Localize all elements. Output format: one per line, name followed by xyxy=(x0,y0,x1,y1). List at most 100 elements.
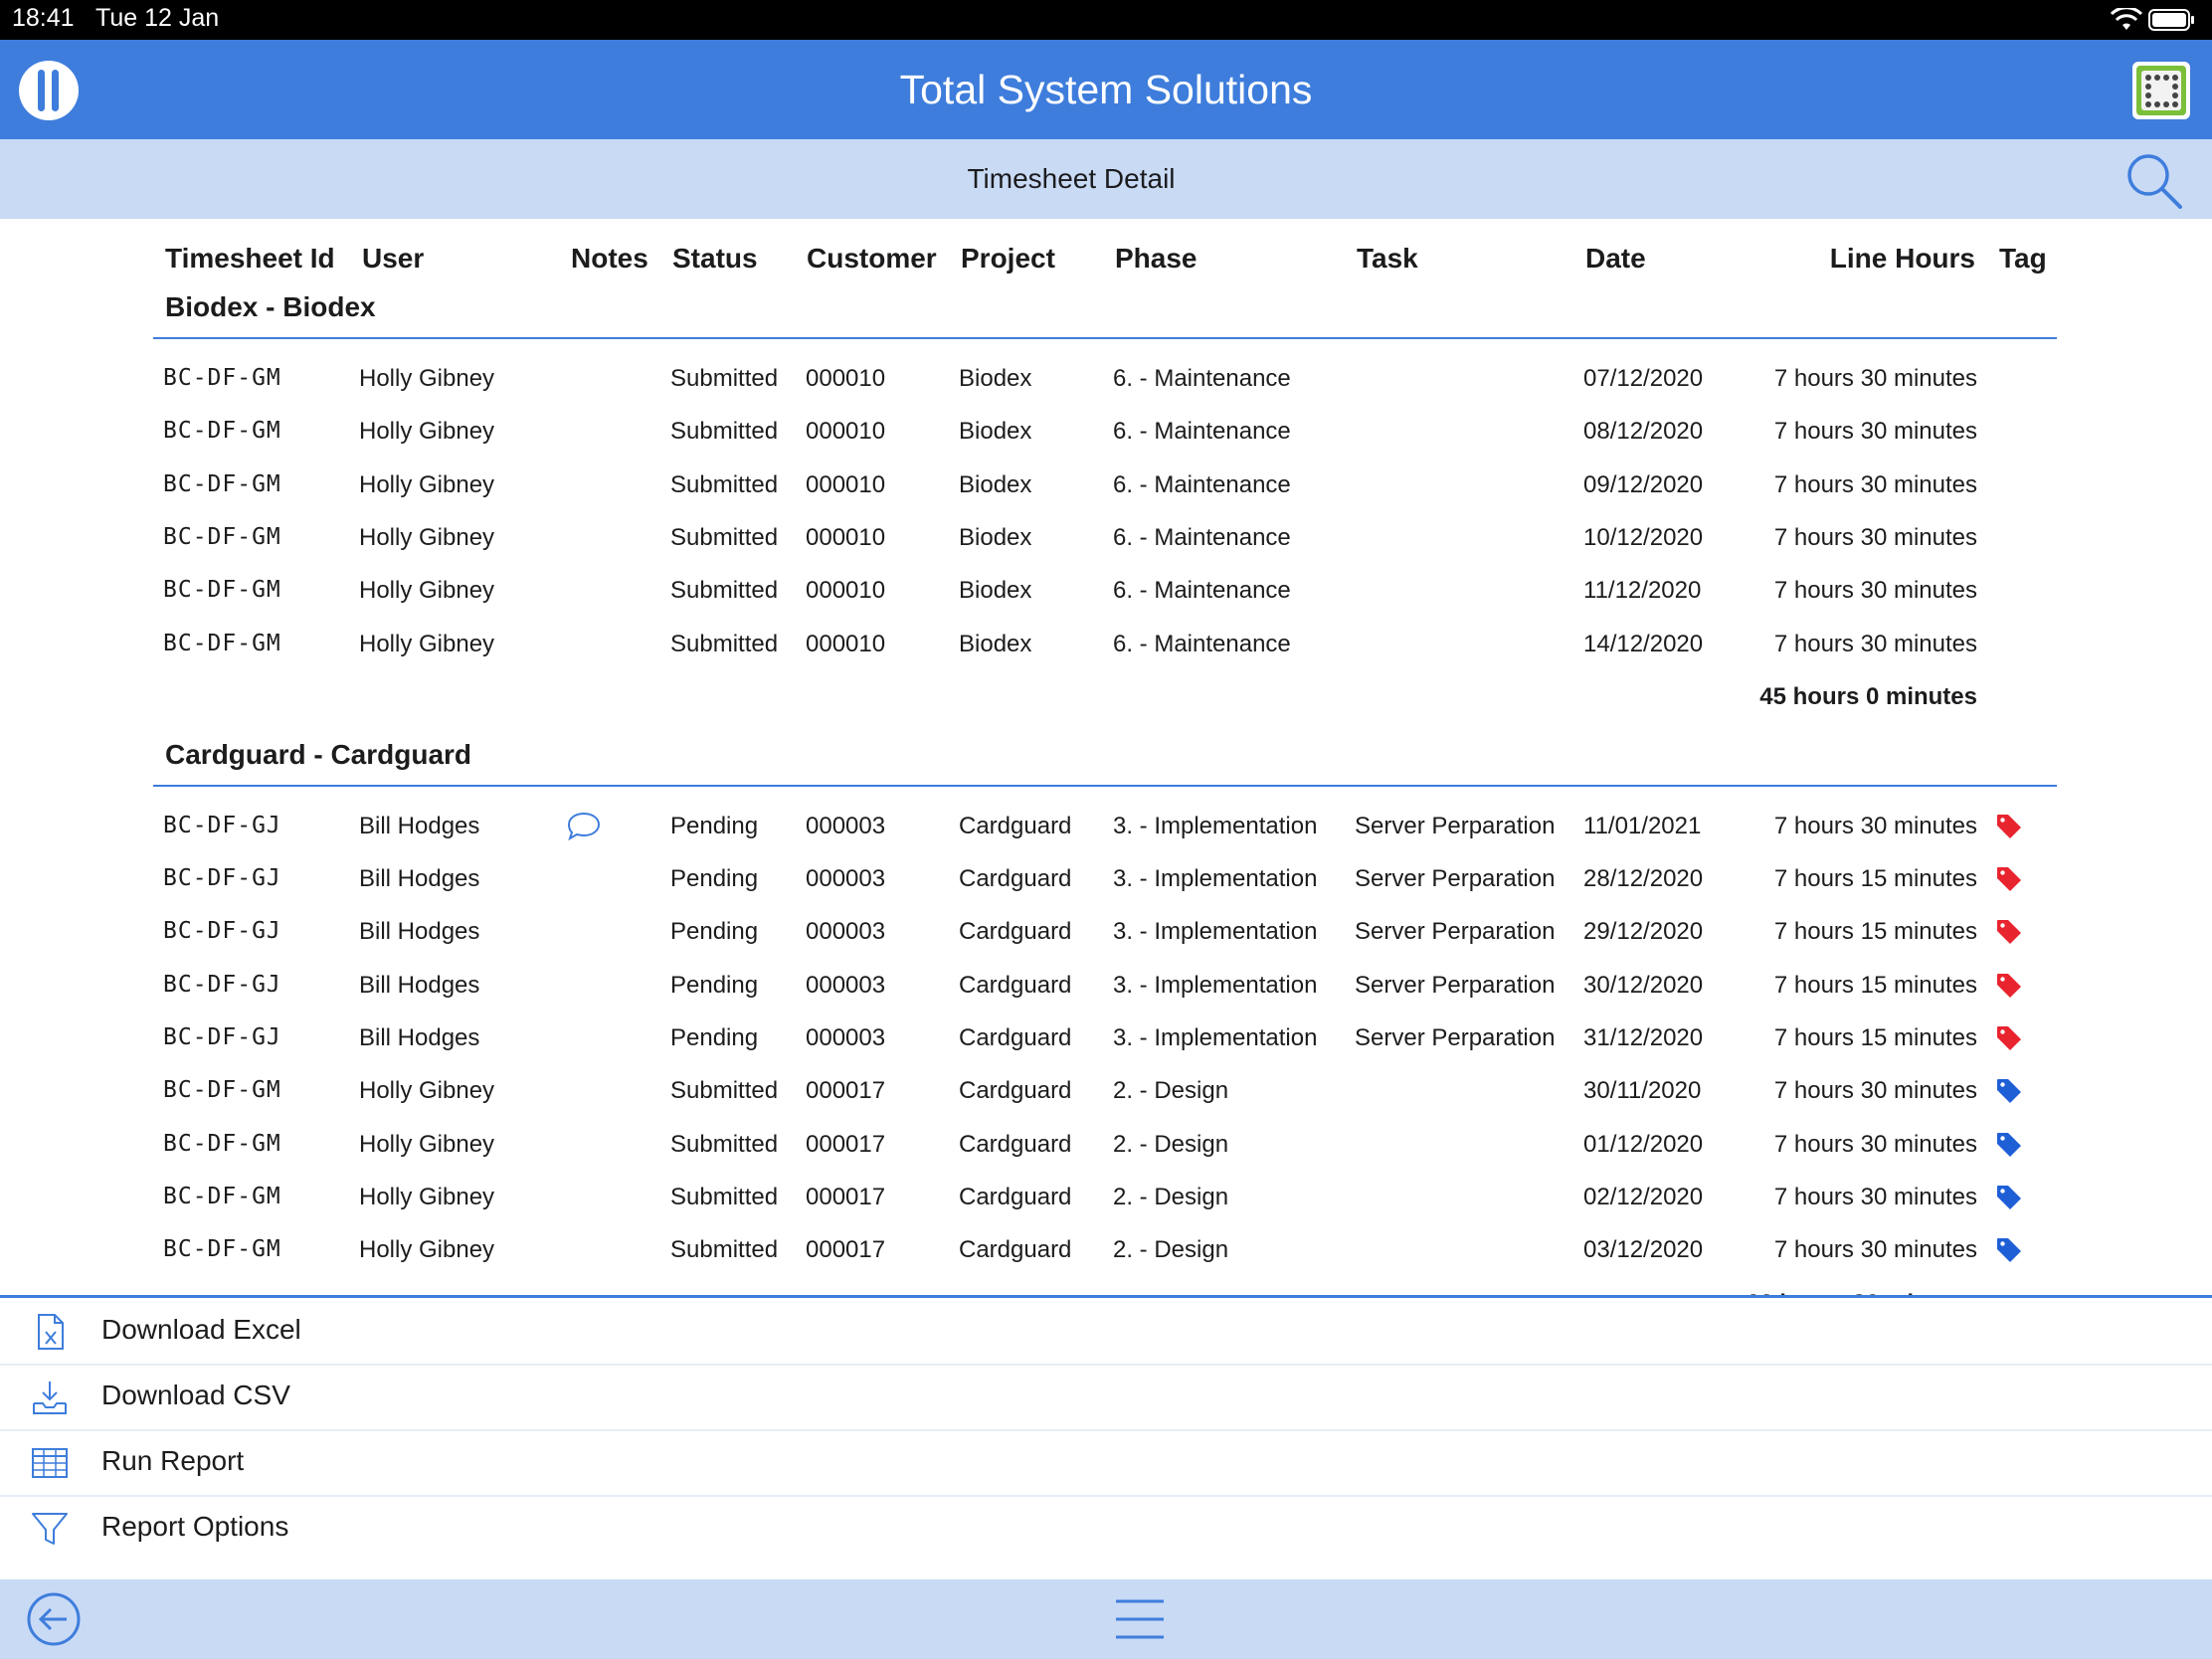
table-row[interactable]: BC-DF-GM Holly Gibney Submitted 000017 Cardg… xyxy=(0,1069,2212,1122)
table-row[interactable]: BC-DF-GJ Bill Hodges Pending 000003 Cardguar… xyxy=(0,857,2212,910)
cell-customer: 000010 xyxy=(806,523,886,551)
column-header-tag: Tag xyxy=(1999,243,2047,274)
table-row[interactable]: BC-DF-GJ Bill Hodges Pending 000003 Cardguar… xyxy=(0,805,2212,857)
column-header-project: Project xyxy=(961,243,1055,274)
cell-task: Server Perparation xyxy=(1355,865,1556,893)
cell-timesheet-id: BC-DF-GM xyxy=(163,365,281,391)
cell-timesheet-id: BC-DF-GJ xyxy=(163,865,281,892)
table-row[interactable]: BC-DF-GJ Bill Hodges Pending 000003 Cardguar… xyxy=(0,1016,2212,1069)
cell-timesheet-id: BC-DF-GM xyxy=(163,577,281,604)
cell-status: Submitted xyxy=(670,365,779,392)
status-date: Tue 12 Jan xyxy=(95,4,220,32)
group-divider xyxy=(153,784,2057,787)
cell-timesheet-id: BC-DF-GM xyxy=(163,523,281,550)
blue-tag-icon[interactable] xyxy=(1995,1236,2023,1264)
cell-user: Holly Gibney xyxy=(359,470,495,498)
table-row[interactable]: BC-DF-GM Holly Gibney Submitted 000010 Biode… xyxy=(0,623,2212,675)
cell-status: Submitted xyxy=(670,1236,779,1264)
cell-date: 01/12/2020 xyxy=(1583,1130,1704,1158)
cell-task: Server Perparation xyxy=(1355,1024,1556,1051)
cell-status: Submitted xyxy=(670,577,779,605)
table-row[interactable]: BC-DF-GM Holly Gibney Submitted 000010 Biode… xyxy=(0,516,2212,569)
cell-timesheet-id: BC-DF-GJ xyxy=(163,812,281,838)
page-subheader: Timesheet Detail xyxy=(0,139,2212,219)
cell-status: Submitted xyxy=(670,418,779,446)
red-tag-icon[interactable] xyxy=(1995,918,2023,946)
table-row[interactable]: BC-DF-GM Holly Gibney Submitted 000010 Biode… xyxy=(0,357,2212,410)
cell-project: Cardguard xyxy=(959,971,1072,999)
cell-phase: 6. - Maintenance xyxy=(1113,577,1291,605)
cell-phase: 3. - Implementation xyxy=(1113,812,1318,839)
cell-user: Holly Gibney xyxy=(359,1130,495,1158)
cell-date: 29/12/2020 xyxy=(1583,918,1704,946)
cell-project: Cardguard xyxy=(959,1077,1072,1105)
run-report-label: Run Report xyxy=(101,1445,245,1476)
group-title: Cardguard - Cardguard xyxy=(165,738,472,770)
app-header: Total System Solutions xyxy=(0,40,2212,139)
table-row[interactable]: BC-DF-GM Holly Gibney Submitted 000010 Biode… xyxy=(0,569,2212,622)
search-icon[interactable] xyxy=(2124,151,2184,211)
speech-bubble-icon[interactable] xyxy=(566,811,602,840)
table-row[interactable]: BC-DF-GM Holly Gibney Submitted 000017 Cardg… xyxy=(0,1176,2212,1228)
cell-task: Server Perparation xyxy=(1355,971,1556,999)
cell-customer: 000017 xyxy=(806,1183,886,1210)
red-tag-icon[interactable] xyxy=(1995,865,2023,893)
blue-tag-icon[interactable] xyxy=(1995,1077,2023,1105)
cell-status: Submitted xyxy=(670,1077,779,1105)
cell-project: Cardguard xyxy=(959,865,1072,893)
red-tag-icon[interactable] xyxy=(1995,813,2023,840)
cell-phase: 6. - Maintenance xyxy=(1113,470,1291,498)
cell-customer: 000017 xyxy=(806,1130,886,1158)
cell-user: Holly Gibney xyxy=(359,365,495,392)
cell-status: Pending xyxy=(670,812,759,839)
hamburger-menu-icon[interactable] xyxy=(1114,1597,1166,1641)
cell-phase: 2. - Design xyxy=(1113,1130,1229,1158)
cell-status: Pending xyxy=(670,918,759,946)
cell-status: Pending xyxy=(670,865,759,893)
blue-tag-icon[interactable] xyxy=(1995,1184,2023,1211)
column-header-status: Status xyxy=(672,243,758,274)
table-row[interactable]: BC-DF-GM Holly Gibney Submitted 000017 Cardg… xyxy=(0,1228,2212,1281)
cell-customer: 000017 xyxy=(806,1077,886,1105)
cell-date: 11/01/2021 xyxy=(1583,812,1702,839)
table-row[interactable]: BC-DF-GM Holly Gibney Submitted 000010 Biode… xyxy=(0,410,2212,462)
table-row[interactable]: BC-DF-GJ Bill Hodges Pending 000003 Cardguar… xyxy=(0,910,2212,963)
cell-timesheet-id: BC-DF-GM xyxy=(163,1183,281,1209)
back-arrow-icon[interactable] xyxy=(26,1591,82,1647)
cell-status: Submitted xyxy=(670,1130,779,1158)
column-header-task: Task xyxy=(1357,243,1418,274)
table-grid-icon xyxy=(32,1448,68,1478)
download-excel-label: Download Excel xyxy=(101,1314,301,1345)
download-tray-icon xyxy=(33,1382,67,1414)
cell-date: 02/12/2020 xyxy=(1583,1183,1704,1210)
table-row[interactable]: BC-DF-GM Holly Gibney Submitted 000017 Cardg… xyxy=(0,1123,2212,1176)
blue-tag-icon[interactable] xyxy=(1995,1131,2023,1159)
column-header-notes: Notes xyxy=(571,243,648,274)
red-tag-icon[interactable] xyxy=(1995,972,2023,1000)
cell-status: Submitted xyxy=(670,630,779,657)
cell-phase: 3. - Implementation xyxy=(1113,971,1318,999)
report-options-button[interactable]: Report Options xyxy=(0,1495,2212,1561)
cell-timesheet-id: BC-DF-GM xyxy=(163,630,281,656)
cell-user: Bill Hodges xyxy=(359,918,480,946)
cell-user: Bill Hodges xyxy=(359,812,480,839)
cell-status: Pending xyxy=(670,1024,759,1051)
table-row[interactable]: BC-DF-GM Holly Gibney Submitted 000010 Biode… xyxy=(0,463,2212,516)
table-row[interactable]: BC-DF-GJ Bill Hodges Pending 000003 Cardguar… xyxy=(0,964,2212,1016)
cell-project: Biodex xyxy=(959,577,1032,605)
cell-customer: 000010 xyxy=(806,470,886,498)
download-excel-button[interactable]: Download Excel xyxy=(0,1298,2212,1366)
red-tag-icon[interactable] xyxy=(1995,1024,2023,1052)
cell-date: 03/12/2020 xyxy=(1583,1236,1704,1264)
cell-line-hours: 7 hours 15 minutes xyxy=(1773,918,1977,946)
cell-phase: 6. - Maintenance xyxy=(1113,365,1291,392)
download-csv-button[interactable]: Download CSV xyxy=(0,1364,2212,1431)
run-report-button[interactable]: Run Report xyxy=(0,1429,2212,1497)
cell-user: Bill Hodges xyxy=(359,865,480,893)
column-header-line-hours: Line Hours xyxy=(1829,243,1975,274)
cell-project: Biodex xyxy=(959,523,1032,551)
cell-phase: 6. - Maintenance xyxy=(1113,418,1291,446)
excel-file-icon xyxy=(38,1314,64,1350)
app-grid-icon[interactable] xyxy=(2132,62,2190,119)
cell-phase: 2. - Design xyxy=(1113,1077,1229,1105)
